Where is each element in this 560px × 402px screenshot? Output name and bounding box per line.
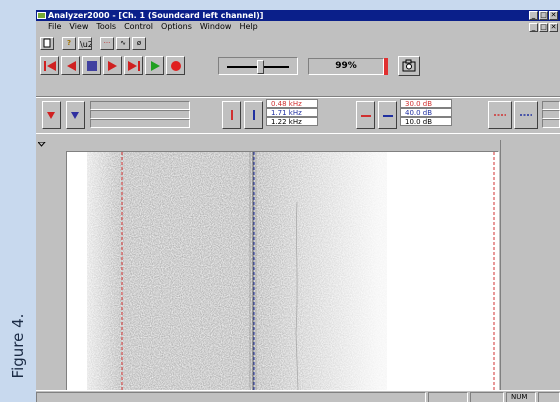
help-icon[interactable]: ? [62, 37, 76, 50]
extra-field-3[interactable] [542, 119, 560, 128]
num-lock-indicator: NUM [506, 392, 536, 402]
spectrogram-canvas [67, 152, 499, 391]
mdi-restore-button[interactable]: □ [539, 23, 548, 32]
record-level-bar [384, 58, 388, 75]
menu-tools[interactable]: Tools [96, 21, 116, 33]
frequency-blue-value[interactable]: 1.71 kHz [266, 108, 318, 117]
frequency-delta-value[interactable]: 1.22 kHz [266, 117, 318, 126]
blue-level-marker-button[interactable] [378, 101, 397, 129]
menu-control[interactable]: Control [124, 21, 153, 33]
red-level-marker-button[interactable] [356, 101, 375, 129]
camera-icon[interactable] [398, 56, 420, 76]
slider-thumb[interactable] [257, 60, 264, 74]
channel-field-2[interactable] [90, 110, 190, 119]
dotted-red-button[interactable] [488, 101, 512, 129]
blue-frequency-marker-button[interactable] [244, 101, 263, 129]
analyzer-window: Analyzer2000 - [Ch. 1 (Soundcard left ch… [36, 10, 560, 402]
extra-field-1[interactable] [542, 101, 560, 110]
status-cell-2 [428, 392, 468, 402]
status-bar: NUM [36, 390, 560, 402]
transport-controls [40, 56, 185, 75]
blue-marker-down-icon[interactable] [66, 101, 85, 129]
record-icon[interactable] [166, 56, 185, 75]
menu-options[interactable]: Options [161, 21, 192, 33]
channel-field-3[interactable] [90, 119, 190, 128]
pane-menu-icon[interactable] [36, 141, 47, 148]
mdi-close-button[interactable]: ✕ [549, 23, 558, 32]
level-red-value[interactable]: 30.0 dB [400, 99, 452, 108]
level-blue-value[interactable]: 40.0 dB [400, 108, 452, 117]
channel-fields [90, 101, 190, 129]
menu-view[interactable]: View [69, 21, 88, 33]
extra-field-2[interactable] [542, 110, 560, 119]
spectrogram-pane [36, 140, 560, 391]
forward-icon[interactable] [103, 56, 122, 75]
play-icon[interactable] [145, 56, 164, 75]
window-title: Analyzer2000 - [Ch. 1 (Soundcard left ch… [48, 11, 264, 20]
dotted-blue-button[interactable] [514, 101, 538, 129]
wave-icon[interactable]: ∿ [116, 37, 130, 50]
red-frequency-marker-button[interactable] [222, 101, 241, 129]
figure-caption: Figure 4. [9, 313, 27, 379]
standard-toolbar: ? \u2196? ··· ∿ ø [40, 37, 146, 50]
maximize-button[interactable]: □ [539, 11, 548, 20]
app-icon [37, 12, 46, 19]
menu-file[interactable]: File [48, 21, 61, 33]
menu-bar: File View Tools Control Options Window H… [36, 21, 560, 33]
svg-text:\u2196?: \u2196? [80, 40, 91, 49]
extra-fields [542, 101, 560, 129]
skip-end-icon[interactable] [124, 56, 143, 75]
dots-icon[interactable]: ··· [100, 37, 114, 50]
status-message [36, 392, 426, 402]
rewind-icon[interactable] [61, 56, 80, 75]
menu-window[interactable]: Window [200, 21, 232, 33]
mdi-minimize-button[interactable]: _ [529, 23, 538, 32]
close-button[interactable]: ✕ [549, 11, 558, 20]
new-icon[interactable] [40, 37, 54, 50]
level-delta-value[interactable]: 10.0 dB [400, 117, 452, 126]
stop-icon[interactable] [82, 56, 101, 75]
frequency-red-value[interactable]: 0.48 kHz [266, 99, 318, 108]
progress-readout: 99% [308, 58, 384, 75]
context-help-icon[interactable]: \u2196? [78, 37, 112, 50]
spectrogram-plot[interactable] [66, 151, 499, 391]
side-panel [500, 140, 560, 390]
volume-slider[interactable] [218, 57, 298, 75]
status-cell-3 [470, 392, 504, 402]
minimize-button[interactable]: _ [529, 11, 538, 20]
title-bar: Analyzer2000 - [Ch. 1 (Soundcard left ch… [36, 10, 560, 21]
phi-icon[interactable]: ø [132, 37, 146, 50]
skip-start-icon[interactable] [40, 56, 59, 75]
menu-help[interactable]: Help [239, 21, 257, 33]
status-cell-5 [538, 392, 560, 402]
red-marker-down-icon[interactable] [42, 101, 61, 129]
channel-field-1[interactable] [90, 101, 190, 110]
